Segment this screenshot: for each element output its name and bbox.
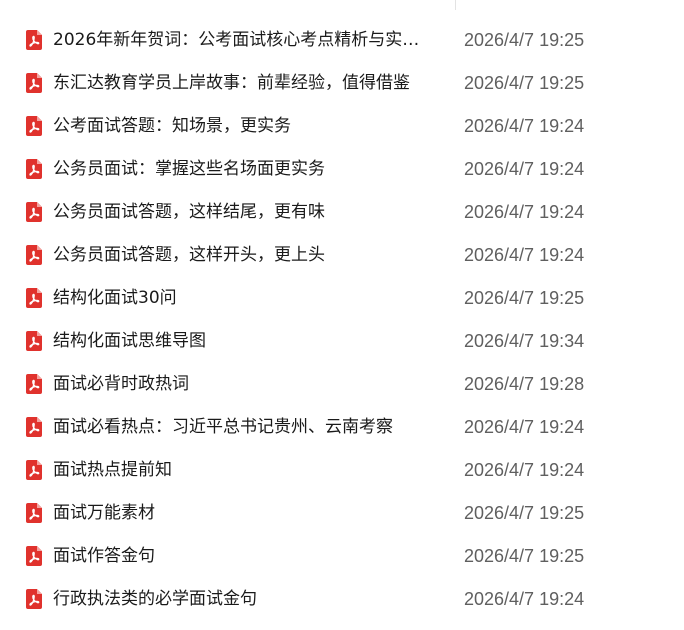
- file-name: 面试作答金句: [53, 546, 155, 566]
- file-modified-date: 2026/4/7 19:24: [464, 245, 585, 265]
- file-name: 面试必背时政热词: [53, 374, 189, 394]
- file-modified-date: 2026/4/7 19:24: [464, 589, 585, 609]
- file-modified-date: 2026/4/7 19:25: [464, 73, 585, 93]
- pdf-file-icon: [23, 545, 45, 567]
- file-modified-date: 2026/4/7 19:24: [464, 202, 585, 222]
- pdf-file-icon: [23, 459, 45, 481]
- file-modified-date: 2026/4/7 19:24: [464, 116, 585, 136]
- file-name: 2026年新年贺词：公考面试核心考点精析与实…: [53, 30, 420, 50]
- pdf-file-icon: [23, 29, 45, 51]
- pdf-file-icon: [23, 115, 45, 137]
- file-row[interactable]: 公务员面试：掌握这些名场面更实务 2026/4/7 19:24: [0, 147, 684, 190]
- file-modified-date: 2026/4/7 19:25: [464, 503, 585, 523]
- file-row[interactable]: 面试热点提前知 2026/4/7 19:24: [0, 448, 684, 491]
- pdf-file-icon: [23, 588, 45, 610]
- file-modified-date: 2026/4/7 19:25: [464, 546, 585, 566]
- file-name: 结构化面试30问: [53, 288, 177, 308]
- file-row[interactable]: 东汇达教育学员上岸故事：前辈经验，值得借鉴 2026/4/7 19:25: [0, 61, 684, 104]
- file-row[interactable]: 面试必看热点：习近平总书记贵州、云南考察 2026/4/7 19:24: [0, 405, 684, 448]
- file-row[interactable]: 结构化面试思维导图 2026/4/7 19:34: [0, 319, 684, 362]
- file-name: 行政执法类的必学面试金句: [53, 589, 257, 609]
- pdf-file-icon: [23, 373, 45, 395]
- file-name: 面试热点提前知: [53, 460, 172, 480]
- pdf-file-icon: [23, 158, 45, 180]
- column-divider[interactable]: [455, 0, 456, 10]
- pdf-file-icon: [23, 416, 45, 438]
- pdf-file-icon: [23, 287, 45, 309]
- file-name: 公务员面试答题，这样开头，更上头: [53, 245, 325, 265]
- file-row[interactable]: 结构化面试30问 2026/4/7 19:25: [0, 276, 684, 319]
- file-name: 公考面试答题：知场景，更实务: [53, 116, 291, 136]
- pdf-file-icon: [23, 244, 45, 266]
- file-row[interactable]: 2026年新年贺词：公考面试核心考点精析与实… 2026/4/7 19:25: [0, 18, 684, 61]
- file-name: 面试万能素材: [53, 503, 155, 523]
- file-list: 2026年新年贺词：公考面试核心考点精析与实… 2026/4/7 19:25 东…: [0, 18, 684, 620]
- file-row[interactable]: 面试万能素材 2026/4/7 19:25: [0, 491, 684, 534]
- file-modified-date: 2026/4/7 19:25: [464, 30, 585, 50]
- file-row[interactable]: 行政执法类的必学面试金句 2026/4/7 19:24: [0, 577, 684, 620]
- file-modified-date: 2026/4/7 19:24: [464, 417, 585, 437]
- file-name: 面试必看热点：习近平总书记贵州、云南考察: [53, 417, 393, 437]
- pdf-file-icon: [23, 330, 45, 352]
- file-row[interactable]: 面试作答金句 2026/4/7 19:25: [0, 534, 684, 577]
- pdf-file-icon: [23, 502, 45, 524]
- file-modified-date: 2026/4/7 19:34: [464, 331, 585, 351]
- pdf-file-icon: [23, 201, 45, 223]
- file-modified-date: 2026/4/7 19:24: [464, 159, 585, 179]
- file-name: 结构化面试思维导图: [53, 331, 206, 351]
- file-modified-date: 2026/4/7 19:24: [464, 460, 585, 480]
- file-name: 公务员面试：掌握这些名场面更实务: [53, 159, 325, 179]
- file-name: 东汇达教育学员上岸故事：前辈经验，值得借鉴: [53, 73, 410, 93]
- file-row[interactable]: 公务员面试答题，这样结尾，更有味 2026/4/7 19:24: [0, 190, 684, 233]
- file-modified-date: 2026/4/7 19:28: [464, 374, 585, 394]
- file-row[interactable]: 公务员面试答题，这样开头，更上头 2026/4/7 19:24: [0, 233, 684, 276]
- file-row[interactable]: 公考面试答题：知场景，更实务 2026/4/7 19:24: [0, 104, 684, 147]
- file-name: 公务员面试答题，这样结尾，更有味: [53, 202, 325, 222]
- file-row[interactable]: 面试必背时政热词 2026/4/7 19:28: [0, 362, 684, 405]
- file-modified-date: 2026/4/7 19:25: [464, 288, 585, 308]
- pdf-file-icon: [23, 72, 45, 94]
